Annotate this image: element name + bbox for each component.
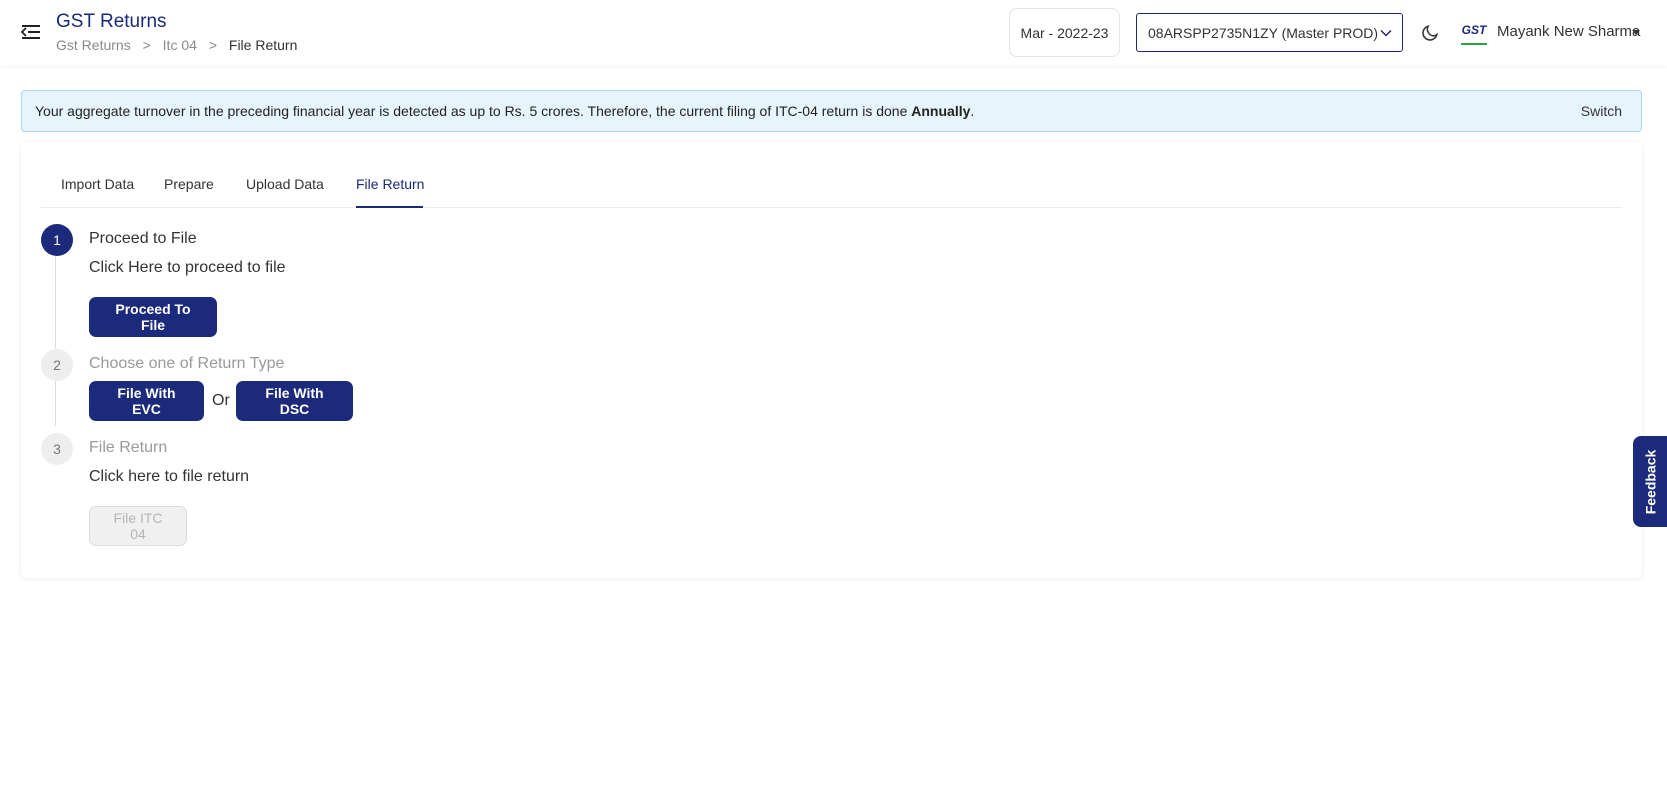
gst-logo: GST bbox=[1461, 17, 1487, 45]
menu-icon[interactable] bbox=[20, 22, 42, 42]
chevron-down-icon bbox=[1380, 29, 1392, 37]
tab-bar: Import Data Prepare Upload Data File Ret… bbox=[41, 142, 1622, 208]
file-with-dsc-button[interactable]: File With DSC bbox=[236, 381, 353, 421]
notice-frequency: Annually bbox=[911, 103, 971, 119]
file-itc-04-button[interactable]: File ITC 04 bbox=[89, 506, 187, 546]
period-label: Mar - 2022-23 bbox=[1020, 24, 1109, 41]
file-return-card: Import Data Prepare Upload Data File Ret… bbox=[21, 142, 1642, 578]
tab-file-return[interactable]: File Return bbox=[356, 176, 424, 192]
breadcrumb-separator: > bbox=[208, 37, 217, 53]
step-connector bbox=[55, 381, 56, 426]
active-tab-indicator bbox=[356, 206, 423, 208]
notice-text-before: Your aggregate turnover in the preceding… bbox=[35, 103, 912, 119]
gstin-selected-value: 08ARSPP2735N1ZY (Master PROD) bbox=[1148, 24, 1379, 41]
breadcrumb-item-itc-04[interactable]: Itc 04 bbox=[163, 37, 197, 53]
or-separator: Or bbox=[212, 392, 230, 409]
file-with-evc-button[interactable]: File With EVC bbox=[89, 381, 204, 421]
tab-upload-data[interactable]: Upload Data bbox=[246, 176, 324, 192]
step-3-description: Click here to file return bbox=[89, 468, 250, 485]
step-2-title: Choose one of Return Type bbox=[89, 355, 285, 372]
turnover-notice: Your aggregate turnover in the preceding… bbox=[21, 90, 1642, 132]
feedback-label: Feedback bbox=[1642, 449, 1658, 514]
step-1-indicator: 1 bbox=[41, 224, 73, 256]
step-1-title: Proceed to File bbox=[89, 230, 197, 247]
breadcrumb-item-current: File Return bbox=[228, 37, 298, 53]
step-3-indicator: 3 bbox=[41, 433, 73, 465]
notice-text: Your aggregate turnover in the preceding… bbox=[35, 103, 974, 119]
step-3-title: File Return bbox=[89, 439, 168, 456]
feedback-tab[interactable]: Feedback bbox=[1633, 436, 1667, 527]
step-2-indicator: 2 bbox=[41, 349, 73, 381]
period-selector[interactable]: Mar - 2022-23 bbox=[1009, 8, 1120, 57]
notice-text-after: . bbox=[970, 103, 975, 119]
gstin-select[interactable]: 08ARSPP2735N1ZY (Master PROD) bbox=[1136, 13, 1403, 52]
tab-prepare[interactable]: Prepare bbox=[164, 176, 214, 192]
caret-down-icon[interactable] bbox=[1632, 30, 1640, 35]
breadcrumb: Gst Returns > Itc 04 > File Return bbox=[56, 37, 297, 53]
switch-button[interactable]: Switch bbox=[1581, 103, 1622, 119]
step-connector bbox=[55, 256, 56, 349]
user-name[interactable]: Mayank New Sharma bbox=[1497, 23, 1640, 40]
proceed-to-file-button[interactable]: Proceed To File bbox=[89, 297, 217, 337]
top-bar: GST Returns Gst Returns > Itc 04 > File … bbox=[0, 0, 1667, 66]
moon-icon[interactable] bbox=[1422, 23, 1440, 41]
breadcrumb-separator: > bbox=[142, 37, 151, 53]
tab-import-data[interactable]: Import Data bbox=[61, 176, 134, 192]
step-1-description: Click Here to proceed to file bbox=[89, 259, 286, 276]
breadcrumb-item-gst-returns[interactable]: Gst Returns bbox=[56, 37, 131, 53]
app-title: GST Returns bbox=[56, 11, 167, 32]
